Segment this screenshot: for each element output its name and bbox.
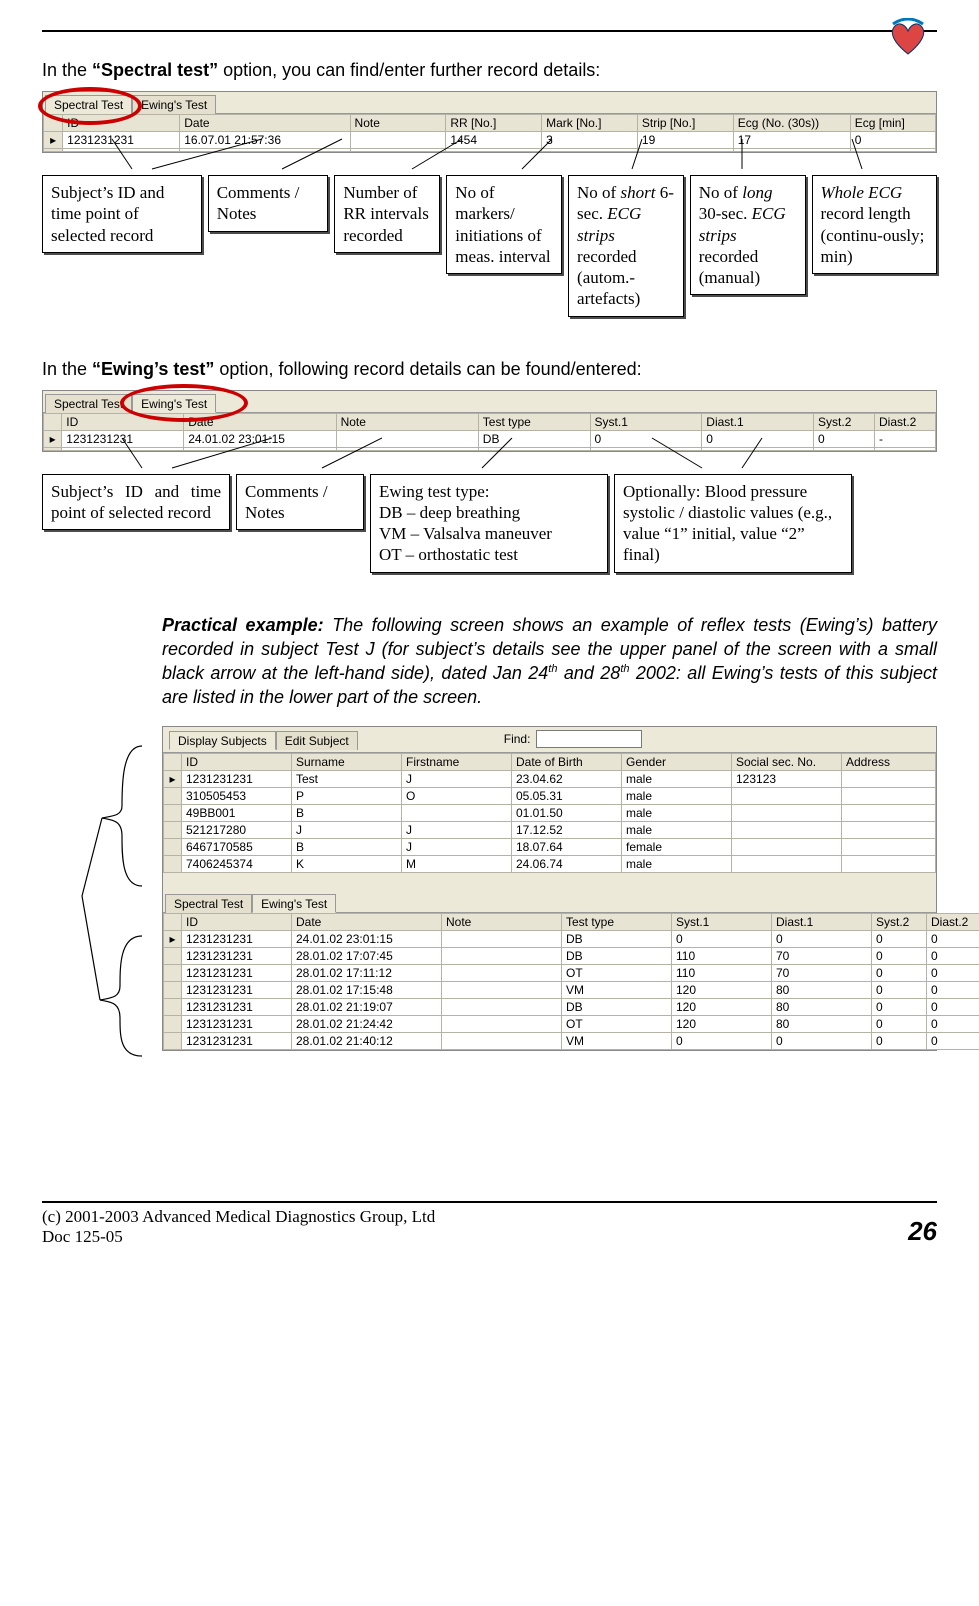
table-row — [44, 149, 936, 152]
intro-ewings: In the “Ewing’s test” option, following … — [42, 359, 937, 380]
footer: (c) 2001-2003 Advanced Medical Diagnosti… — [42, 1207, 937, 1247]
spectral-callouts: Subject’s ID and time point of selected … — [42, 175, 937, 317]
practical-example: Practical example: The following screen … — [162, 613, 937, 710]
callout-ecg-length: Whole ECG record length (continu-ously; … — [812, 175, 938, 274]
intro-spectral: In the “Spectral test” option, you can f… — [42, 60, 937, 81]
callout-comments-2: Comments / Notes — [236, 474, 364, 531]
callout-markers: No of markers/ initiations of meas. inte… — [446, 175, 562, 274]
find-label: Find: — [504, 732, 531, 746]
spectral-grid: IDDateNote RR [No.]Mark [No.]Strip [No.]… — [43, 114, 936, 152]
callout-subject-id-2: Subject’s ID and time point of selected … — [42, 474, 230, 531]
callout-comments: Comments / Notes — [208, 175, 329, 232]
header-row: IDDateNote RR [No.]Mark [No.]Strip [No.]… — [44, 115, 936, 132]
top-rule — [42, 30, 937, 32]
tab-spectral-test[interactable]: Spectral Test — [45, 95, 132, 114]
find-input[interactable] — [536, 730, 642, 748]
tab-spectral-test-3[interactable]: Spectral Test — [165, 894, 252, 913]
tab-edit-subject[interactable]: Edit Subject — [276, 731, 358, 750]
tab-ewings-test-2[interactable]: Ewing's Test — [132, 394, 216, 413]
table-row: ▸123123123116.07.01 21:57:361454319170 — [44, 132, 936, 149]
header-row: IDDateNote Test typeSyst.1Diast.1 Syst.2… — [44, 413, 936, 430]
subjects-grid: IDSurnameFirstnameDate of BirthGenderSoc… — [163, 753, 936, 873]
table-row — [44, 447, 936, 450]
callout-short-strips: No of short 6-sec. ECG strips recorded (… — [568, 175, 684, 317]
ewings-grid: IDDateNote Test typeSyst.1Diast.1 Syst.2… — [43, 413, 936, 451]
doc-number: Doc 125-05 — [42, 1227, 435, 1247]
tab-display-subjects[interactable]: Display Subjects — [169, 731, 276, 750]
ewings-example-grid: IDDateNoteTest typeSyst.1Diast.1Syst.2Di… — [163, 913, 979, 1050]
curly-brace-icon — [72, 736, 162, 1066]
callout-subject-id: Subject’s ID and time point of selected … — [42, 175, 202, 253]
table-row: ▸123123123124.01.02 23:01:15DB000- — [44, 430, 936, 447]
copyright: (c) 2001-2003 Advanced Medical Diagnosti… — [42, 1207, 435, 1227]
callout-bp-values: Optionally: Blood pressure systolic / di… — [614, 474, 852, 573]
callout-rr: Number of RR intervals recorded — [334, 175, 440, 253]
example-screenshot: Display Subjects Edit Subject Find: IDSu… — [162, 726, 937, 1051]
heart-logo — [883, 18, 933, 58]
tab-ewings-test[interactable]: Ewing's Test — [132, 95, 216, 114]
callout-long-strips: No of long 30-sec. ECG strips recorded (… — [690, 175, 806, 295]
spectral-screenshot: Spectral Test Ewing's Test IDDateNote RR… — [42, 91, 937, 153]
tab-spectral-test-2[interactable]: Spectral Test — [45, 394, 132, 413]
callout-test-type: Ewing test type: DB – deep breathing VM … — [370, 474, 608, 573]
page-number: 26 — [908, 1216, 937, 1247]
tab-ewings-test-3[interactable]: Ewing's Test — [252, 894, 336, 913]
ewings-callouts: Subject’s ID and time point of selected … — [42, 474, 937, 573]
ewings-screenshot: Spectral Test Ewing's Test IDDateNote Te… — [42, 390, 937, 452]
footer-rule — [42, 1201, 937, 1203]
